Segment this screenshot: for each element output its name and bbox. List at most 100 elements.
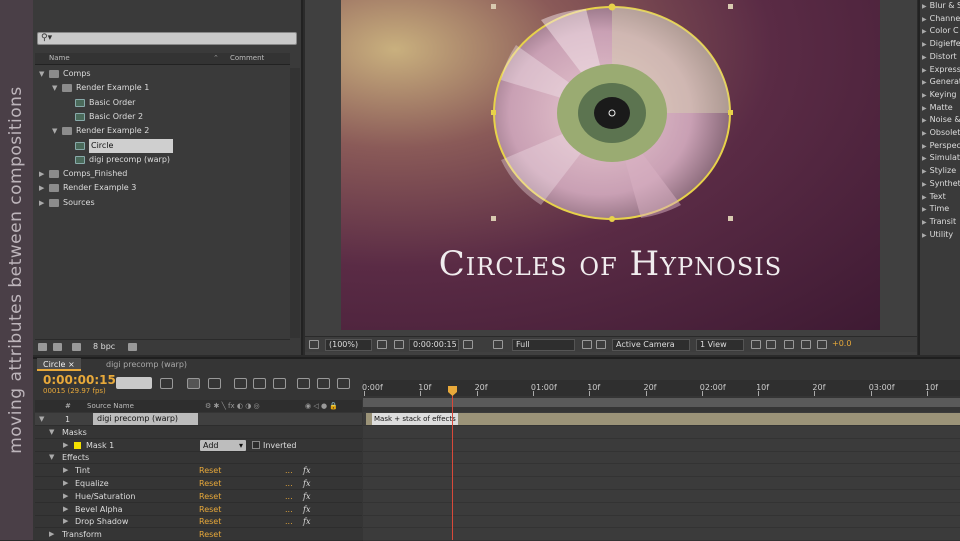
- grid-icon[interactable]: [377, 340, 387, 349]
- view-layout-select[interactable]: 1 View: [696, 339, 744, 351]
- disclosure-triangle-icon[interactable]: ▶: [39, 196, 44, 210]
- effects-category[interactable]: ▶ Stylize: [922, 166, 956, 175]
- effects-category[interactable]: ▶ Color C: [922, 26, 959, 35]
- layer-row[interactable]: ▶ Equalize Reset... fx: [35, 477, 362, 490]
- interpret-footage-icon[interactable]: [38, 343, 47, 351]
- effects-category[interactable]: ▶ Blur & S: [922, 1, 960, 10]
- zoom-select[interactable]: (100%): [325, 339, 372, 351]
- effect-options-link[interactable]: ...: [285, 515, 293, 528]
- reset-link[interactable]: Reset: [199, 515, 221, 528]
- region-of-interest-icon[interactable]: [582, 340, 592, 349]
- effects-category[interactable]: ▶ Perspec: [922, 141, 960, 150]
- project-item[interactable]: Circle: [35, 138, 290, 153]
- effect-options-link[interactable]: ...: [285, 477, 293, 490]
- effects-category[interactable]: ▶ Transit: [922, 217, 956, 226]
- current-time-display[interactable]: 0:00:00:15: [43, 373, 116, 387]
- mask-color-swatch[interactable]: [74, 441, 81, 449]
- live-update-icon[interactable]: [187, 378, 200, 389]
- snapshot-icon[interactable]: [463, 340, 473, 349]
- name-column-header[interactable]: Name: [49, 54, 70, 62]
- exposure-value[interactable]: +0.0: [832, 339, 851, 348]
- effect-toggle-icon[interactable]: fx: [303, 490, 310, 503]
- project-item[interactable]: ▶ Sources: [35, 196, 290, 210]
- effects-category[interactable]: ▶ Obsolet: [922, 128, 960, 137]
- fast-previews-icon[interactable]: [766, 340, 776, 349]
- brainstorm-icon[interactable]: [297, 378, 310, 389]
- tab-circle[interactable]: Circle ×: [37, 358, 81, 371]
- project-item[interactable]: ▼ Comps: [35, 67, 290, 81]
- layer-name[interactable]: digi precomp (warp): [93, 413, 198, 425]
- viewer-timecode[interactable]: 0:00:00:15: [409, 339, 459, 351]
- effects-category[interactable]: ▶ Text: [922, 192, 946, 201]
- transparency-grid-icon[interactable]: [596, 340, 606, 349]
- effect-options-link[interactable]: ...: [285, 464, 293, 477]
- hide-shy-layers-icon[interactable]: [234, 378, 247, 389]
- disclosure-triangle-icon[interactable]: ▶: [63, 490, 68, 503]
- comment-column-header[interactable]: Comment: [230, 54, 264, 62]
- project-item[interactable]: Basic Order 2: [35, 110, 290, 124]
- effect-toggle-icon[interactable]: fx: [303, 503, 310, 516]
- comp-mini-flowchart-icon[interactable]: [160, 378, 173, 389]
- layer-row[interactable]: ▼ 1 digi precomp (warp): [35, 413, 362, 426]
- effects-category[interactable]: ▶ Distort: [922, 52, 957, 61]
- project-item[interactable]: digi precomp (warp): [35, 153, 290, 167]
- effects-category[interactable]: ▶ Synthet: [922, 179, 960, 188]
- disclosure-triangle-icon[interactable]: ▼: [52, 81, 57, 95]
- timeline-icon[interactable]: [784, 340, 794, 349]
- effect-toggle-icon[interactable]: fx: [303, 477, 310, 490]
- channel-icon[interactable]: [493, 340, 503, 349]
- disclosure-triangle-icon[interactable]: ▼: [49, 451, 54, 464]
- effects-category[interactable]: ▶ Keying: [922, 90, 957, 99]
- new-folder-icon[interactable]: [53, 343, 62, 351]
- disclosure-triangle-icon[interactable]: ▼: [52, 124, 57, 138]
- layer-row[interactable]: ▼ Masks: [35, 426, 362, 439]
- draft-3d-icon[interactable]: [208, 378, 221, 389]
- reset-link[interactable]: Reset: [199, 528, 221, 541]
- layer-row[interactable]: ▶ Bevel Alpha Reset... fx: [35, 503, 362, 516]
- motion-blur-icon[interactable]: [273, 378, 286, 389]
- effects-category[interactable]: ▶ Digieffe: [922, 39, 960, 48]
- reset-link[interactable]: Reset: [199, 490, 221, 503]
- inverted-checkbox[interactable]: [252, 440, 260, 449]
- disclosure-triangle-icon[interactable]: ▶: [49, 528, 54, 541]
- layer-row[interactable]: ▼ Effects: [35, 451, 362, 465]
- project-search-input[interactable]: ⚲▾: [37, 32, 297, 45]
- resolution-select[interactable]: Full: [512, 339, 575, 351]
- effect-options-link[interactable]: ...: [285, 503, 293, 516]
- layer-row[interactable]: ▶ Hue/Saturation Reset... fx: [35, 490, 362, 503]
- disclosure-triangle-icon[interactable]: ▶: [63, 464, 68, 477]
- effects-category[interactable]: ▶ Matte: [922, 103, 953, 112]
- effects-category[interactable]: ▶ Noise &: [922, 115, 960, 124]
- new-comp-icon[interactable]: [72, 343, 81, 351]
- effect-toggle-icon[interactable]: fx: [303, 515, 310, 528]
- bit-depth-button[interactable]: 8 bpc: [93, 342, 115, 351]
- exposure-icon[interactable]: [817, 340, 827, 349]
- camera-select[interactable]: Active Camera: [612, 339, 690, 351]
- disclosure-triangle-icon[interactable]: ▶: [63, 503, 68, 516]
- disclosure-triangle-icon[interactable]: ▼: [39, 413, 44, 426]
- reset-link[interactable]: Reset: [199, 503, 221, 516]
- current-time-indicator[interactable]: [452, 387, 453, 540]
- mask-visibility-icon[interactable]: [394, 340, 404, 349]
- trash-icon[interactable]: [128, 343, 137, 351]
- effects-category[interactable]: ▶ Time: [922, 204, 949, 213]
- tab-digi-precomp[interactable]: digi precomp (warp): [100, 358, 193, 371]
- layer-row[interactable]: ▶ Transform Reset: [35, 528, 362, 541]
- disclosure-triangle-icon[interactable]: ▶: [39, 167, 44, 181]
- layer-row[interactable]: ▶ Tint Reset... fx: [35, 464, 362, 478]
- layer-row[interactable]: ▶ Mask 1 Add ▾ Inverted: [35, 439, 362, 452]
- auto-keyframe-icon[interactable]: [317, 378, 330, 389]
- project-item[interactable]: ▼ Render Example 1: [35, 81, 290, 95]
- disclosure-triangle-icon[interactable]: ▶: [63, 477, 68, 490]
- flowchart-icon[interactable]: [801, 340, 811, 349]
- layer-row[interactable]: ▶ Drop Shadow Reset... fx: [35, 515, 362, 529]
- effects-category[interactable]: ▶ Channe: [922, 14, 960, 23]
- disclosure-triangle-icon[interactable]: ▶: [63, 439, 68, 452]
- reset-link[interactable]: Reset: [199, 464, 221, 477]
- sort-icon[interactable]: ⌃: [213, 54, 219, 62]
- layer-duration-bar[interactable]: Mask + stack of effects: [366, 413, 960, 425]
- timeline-search-input[interactable]: [116, 377, 152, 389]
- project-scrollbar[interactable]: [290, 68, 300, 338]
- disclosure-triangle-icon[interactable]: ▶: [39, 181, 44, 195]
- reset-link[interactable]: Reset: [199, 477, 221, 490]
